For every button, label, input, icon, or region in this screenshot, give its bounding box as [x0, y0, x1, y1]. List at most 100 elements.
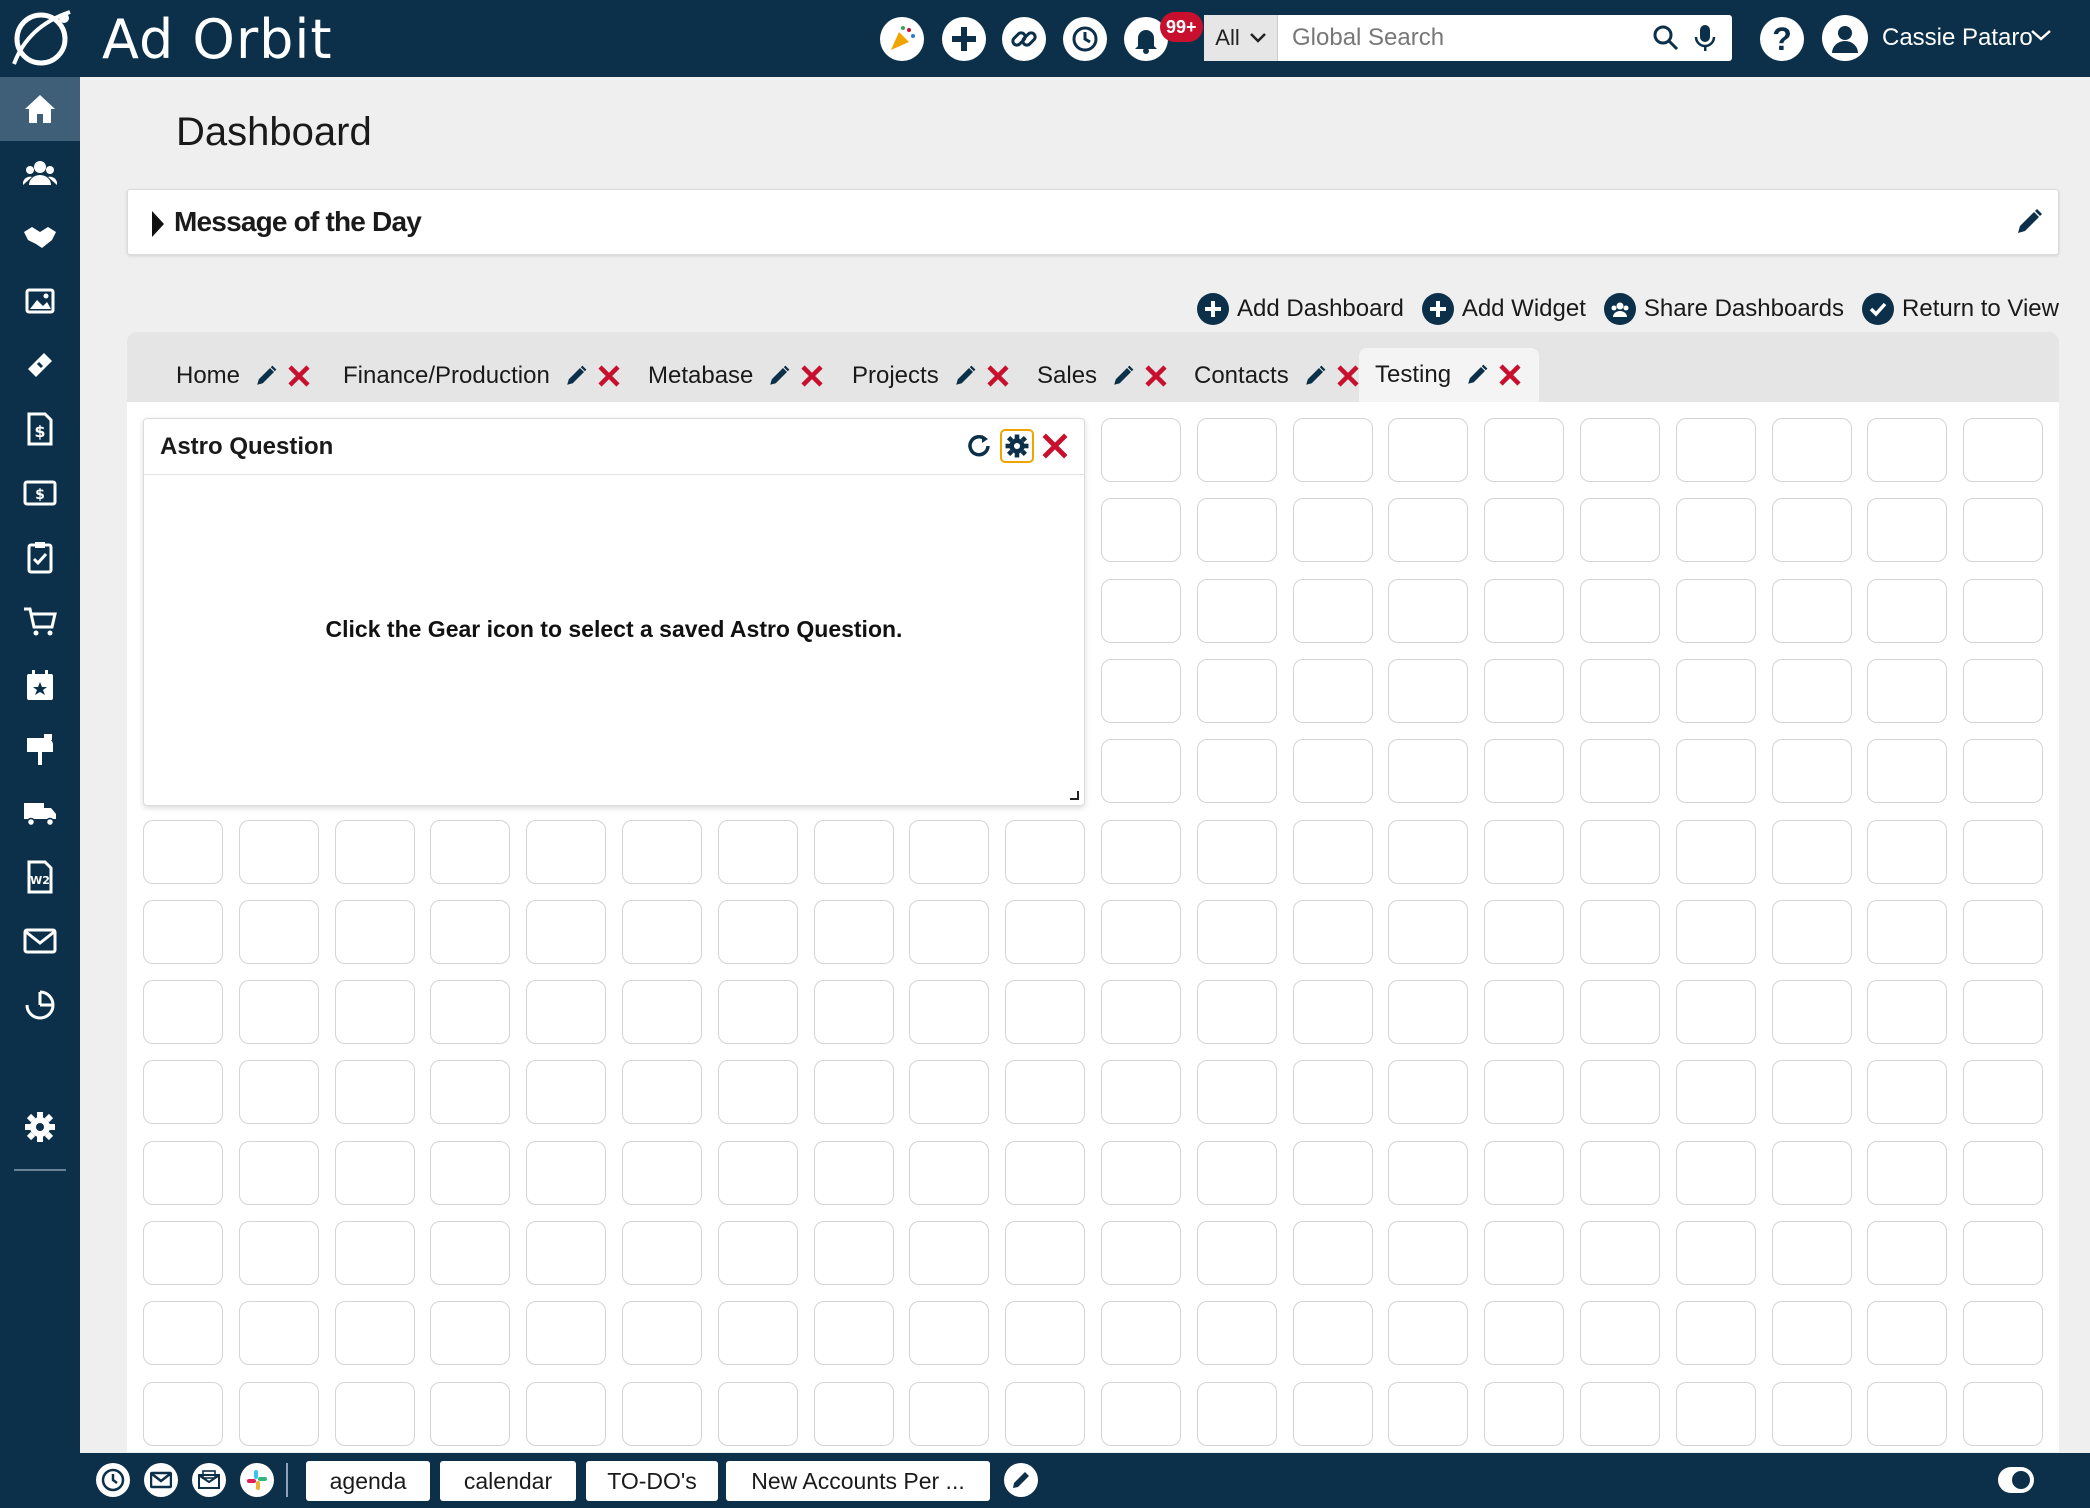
user-menu-chevron-icon[interactable]: [2030, 28, 2052, 42]
edit-pencil-icon[interactable]: [1465, 363, 1489, 387]
grid-cell: [1484, 498, 1565, 563]
edit-pencil-icon[interactable]: [2014, 207, 2044, 237]
astro-question-widget[interactable]: Astro Question Click the Gear icon to se…: [143, 418, 1085, 806]
grid-cell: [909, 1381, 990, 1446]
grid-cell: [1388, 899, 1469, 964]
nav-delivery-truck-icon[interactable]: [0, 781, 80, 845]
adorbit-logo[interactable]: Ad Orbit: [8, 6, 333, 72]
edit-pencil-icon[interactable]: [953, 364, 977, 388]
tab-metabase[interactable]: Metabase: [632, 350, 841, 402]
bottom-tab-agenda[interactable]: agenda: [306, 1461, 430, 1501]
nav-settings-gear-icon[interactable]: [0, 1095, 80, 1159]
tab-testing[interactable]: Testing: [1359, 348, 1540, 402]
resize-handle-icon[interactable]: [1068, 789, 1080, 801]
user-name[interactable]: Cassie Pataro: [1882, 24, 2033, 52]
grid-cell: [813, 1060, 894, 1125]
mail-icon[interactable]: [144, 1463, 178, 1497]
grid-cell: [1484, 658, 1565, 723]
user-avatar-icon[interactable]: [1822, 15, 1868, 61]
grid-cell: [1196, 1301, 1277, 1366]
nav-mailbox-icon[interactable]: [0, 717, 80, 781]
grid-cell: [1580, 498, 1660, 563]
nav-contacts-icon[interactable]: [0, 141, 80, 205]
celebration-icon[interactable]: [880, 17, 924, 61]
nav-calendar-icon[interactable]: [0, 653, 80, 717]
bottom-tab-calendar[interactable]: calendar: [440, 1461, 576, 1501]
grid-cell: [1101, 739, 1181, 804]
delete-x-icon[interactable]: [1335, 363, 1361, 389]
add-widget-button[interactable]: Add Widget: [1421, 293, 1586, 325]
grid-cell: [1005, 899, 1086, 964]
edit-pencil-icon[interactable]: [767, 364, 791, 388]
delete-x-icon[interactable]: [985, 363, 1011, 389]
nav-media-icon[interactable]: [0, 269, 80, 333]
tab-projects[interactable]: Projects: [836, 350, 1027, 402]
microphone-icon[interactable]: [1694, 23, 1716, 53]
share-dashboards-button[interactable]: Share Dashboards: [1603, 293, 1844, 325]
tab-home[interactable]: Home: [160, 350, 328, 402]
grid-cell: [1484, 418, 1565, 482]
bottom-tab-new-accounts[interactable]: New Accounts Per ...: [726, 1461, 990, 1501]
grid-cell: [143, 899, 223, 964]
notifications-badge[interactable]: 99+: [1160, 12, 1203, 42]
caret-right-icon[interactable]: [150, 209, 166, 239]
gear-icon[interactable]: [1000, 429, 1034, 463]
grid-cell: [1867, 1381, 1948, 1446]
grid-cell: [1101, 578, 1181, 643]
return-to-view-button[interactable]: Return to View: [1862, 293, 2059, 325]
tab-finance-production[interactable]: Finance/Production: [327, 350, 638, 402]
grid-cell: [909, 1140, 990, 1205]
message-of-the-day-title[interactable]: Message of the Day: [174, 206, 422, 238]
grid-cell: [1867, 980, 1948, 1045]
grid-cell: [1005, 819, 1086, 884]
nav-home-icon[interactable]: [0, 77, 80, 141]
mail-open-icon[interactable]: [192, 1463, 226, 1497]
clock-icon[interactable]: [96, 1463, 130, 1497]
search-scope-select[interactable]: All: [1204, 15, 1278, 61]
grid-cell: [238, 899, 319, 964]
grid-cell: [1196, 819, 1277, 884]
toggle-switch[interactable]: [1998, 1467, 2034, 1493]
delete-x-icon[interactable]: [1497, 362, 1523, 388]
grid-cell: [1580, 418, 1660, 482]
grid-cell: [909, 1301, 990, 1366]
refresh-icon[interactable]: [962, 429, 996, 463]
nav-payments-icon[interactable]: $: [0, 461, 80, 525]
nav-tasks-clipboard-icon[interactable]: [0, 525, 80, 589]
add-dashboard-button[interactable]: Add Dashboard: [1197, 293, 1404, 325]
bottom-tab-todos[interactable]: TO-DO's: [586, 1461, 718, 1501]
nav-w2-form-icon[interactable]: W2: [0, 845, 80, 909]
nav-cart-icon[interactable]: [0, 589, 80, 653]
delete-x-icon[interactable]: [286, 363, 312, 389]
edit-pencil-icon[interactable]: [254, 364, 278, 388]
nav-orders-ticket-icon[interactable]: [0, 333, 80, 397]
add-icon[interactable]: [942, 17, 986, 61]
nav-reports-icon[interactable]: [0, 973, 80, 1037]
search-icon[interactable]: [1652, 24, 1680, 52]
close-x-icon[interactable]: [1038, 429, 1072, 463]
message-of-the-day-panel[interactable]: Message of the Day: [127, 189, 2059, 255]
nav-deals-handshake-icon[interactable]: [0, 205, 80, 269]
edit-circle-icon[interactable]: [1004, 1463, 1038, 1497]
slack-icon[interactable]: [240, 1463, 274, 1497]
search-input[interactable]: [1278, 15, 1652, 61]
grid-cell: [143, 819, 223, 884]
nav-email-icon[interactable]: [0, 909, 80, 973]
edit-pencil-icon[interactable]: [564, 364, 588, 388]
help-icon[interactable]: ?: [1760, 17, 1804, 61]
nav-divider: [14, 1169, 66, 1171]
history-icon[interactable]: [1063, 17, 1107, 61]
link-icon[interactable]: [1002, 17, 1046, 61]
delete-x-icon[interactable]: [1143, 363, 1169, 389]
edit-pencil-icon[interactable]: [1303, 364, 1327, 388]
grid-cell: [1101, 1060, 1181, 1125]
tab-sales[interactable]: Sales: [1021, 350, 1185, 402]
tab-contacts[interactable]: Contacts: [1178, 350, 1377, 402]
nav-invoices-icon[interactable]: $: [0, 397, 80, 461]
widget-header[interactable]: Astro Question: [144, 419, 1084, 475]
grid-cell: [813, 819, 894, 884]
grid-cell: [1292, 980, 1373, 1045]
delete-x-icon[interactable]: [596, 363, 622, 389]
delete-x-icon[interactable]: [799, 363, 825, 389]
edit-pencil-icon[interactable]: [1111, 364, 1135, 388]
